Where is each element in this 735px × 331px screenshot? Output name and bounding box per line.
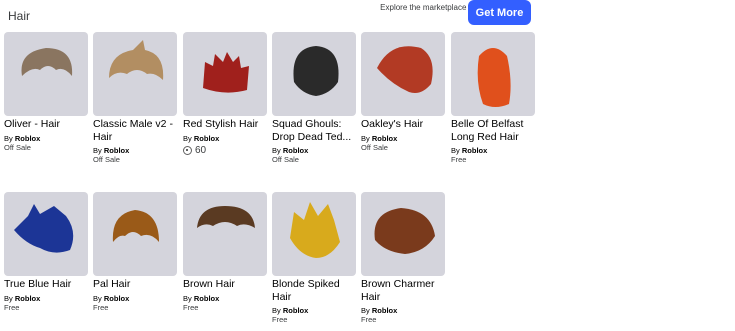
creator-prefix: By [272,146,281,155]
item-name[interactable]: Squad Ghouls: Drop Dead Ted... [272,118,356,143]
item-creator: By Roblox [361,306,445,315]
creator-name[interactable]: Roblox [194,294,219,303]
item-thumbnail[interactable] [361,32,445,116]
creator-name[interactable]: Roblox [462,146,487,155]
hair-brown-charmer-icon [374,208,435,254]
item-creator: By Roblox [183,294,267,303]
creator-prefix: By [361,133,370,143]
item-creator: By Roblox [93,146,177,155]
item-card[interactable]: Oliver - Hair By Roblox Off Sale [4,32,88,152]
item-name[interactable]: Oakley's Hair [361,118,445,131]
item-name[interactable]: Oliver - Hair [4,118,88,131]
item-creator: By Roblox [272,146,356,155]
item-price: Free [4,302,20,312]
creator-prefix: By [451,146,460,155]
hair-pal-icon [112,210,159,242]
creator-prefix: By [93,146,102,155]
item-name[interactable]: Brown Charmer Hair [361,278,445,303]
creator-name[interactable]: Roblox [104,294,129,303]
item-creator: By Roblox [272,306,356,315]
item-price: Off Sale [4,142,31,152]
item-card[interactable]: Classic Male v2 - Hair By Roblox Off Sale [93,32,177,164]
creator-name[interactable]: Roblox [15,134,40,143]
item-price: Free [361,315,377,324]
creator-prefix: By [183,293,192,303]
creator-prefix: By [361,306,370,315]
item-thumbnail[interactable] [183,192,267,276]
item-card[interactable]: True Blue Hair By Roblox Free [4,192,88,312]
creator-name[interactable]: Roblox [194,134,219,143]
item-creator: By Roblox [4,294,88,303]
hair-oakley-icon [377,46,433,93]
item-thumbnail[interactable] [93,192,177,276]
creator-prefix: By [4,133,13,143]
hair-oliver-icon [21,48,73,76]
item-price: Free [183,302,199,312]
item-name[interactable]: Belle Of Belfast Long Red Hair [451,118,535,143]
item-card[interactable]: Pal Hair By Roblox Free [93,192,177,312]
previous-section-strip [0,0,735,6]
item-card[interactable]: Squad Ghouls: Drop Dead Ted... By Roblox O… [272,32,356,164]
creator-name[interactable]: Roblox [15,294,40,303]
item-name[interactable]: Blonde Spiked Hair [272,278,356,303]
hair-red-stylish-icon [203,52,249,93]
item-thumbnail[interactable] [451,32,535,116]
section-title: Hair [8,9,31,23]
item-creator: By Roblox [361,134,445,143]
item-price: Free [93,302,109,312]
item-thumbnail[interactable] [361,192,445,276]
item-thumbnail[interactable] [272,192,356,276]
item-creator: By Roblox [451,146,535,155]
item-thumbnail[interactable] [4,192,88,276]
get-more-button[interactable]: Get More [468,0,531,25]
item-price: Free [451,155,467,164]
creator-prefix: By [183,133,192,143]
item-card[interactable]: Oakley's Hair By Roblox Off Sale [361,32,445,152]
creator-name[interactable]: Roblox [372,134,397,143]
item-thumbnail[interactable] [272,32,356,116]
hair-true-blue-icon [14,204,74,253]
item-price: Off Sale [361,142,388,152]
item-name[interactable]: True Blue Hair [4,278,88,291]
creator-prefix: By [272,306,281,315]
item-card[interactable]: Belle Of Belfast Long Red Hair By Roblox F… [451,32,535,164]
robux-icon [183,145,192,155]
item-name[interactable]: Classic Male v2 - Hair [93,118,177,143]
hair-blonde-spiked-icon [290,202,340,258]
item-thumbnail[interactable] [93,32,177,116]
creator-name[interactable]: Roblox [372,306,397,315]
hair-classic-male-icon [109,40,164,80]
item-card[interactable]: Red Stylish Hair By Roblox 60 [183,32,267,156]
price-value: 60 [195,144,207,156]
item-price: Off Sale [93,155,120,164]
creator-prefix: By [93,293,102,303]
hair-brown-icon [197,206,255,228]
item-thumbnail[interactable] [4,32,88,116]
item-card[interactable]: Blonde Spiked Hair By Roblox Free [272,192,356,324]
item-creator: By Roblox [183,134,267,143]
item-price: Free [272,315,288,324]
hair-belle-icon [477,48,511,107]
item-creator: By Roblox [93,294,177,303]
item-thumbnail[interactable] [183,32,267,116]
creator-name[interactable]: Roblox [104,146,129,155]
item-creator: By Roblox [4,134,88,143]
item-card[interactable]: Brown Charmer Hair By Roblox Free [361,192,445,324]
hair-squad-ghouls-icon [293,46,339,96]
creator-name[interactable]: Roblox [283,146,308,155]
creator-prefix: By [4,293,13,303]
item-name[interactable]: Pal Hair [93,278,177,291]
item-name[interactable]: Brown Hair [183,278,267,291]
item-price: Off Sale [272,155,299,164]
item-name[interactable]: Red Stylish Hair [183,118,267,131]
creator-name[interactable]: Roblox [283,306,308,315]
item-price: 60 [183,145,267,156]
item-card[interactable]: Brown Hair By Roblox Free [183,192,267,312]
